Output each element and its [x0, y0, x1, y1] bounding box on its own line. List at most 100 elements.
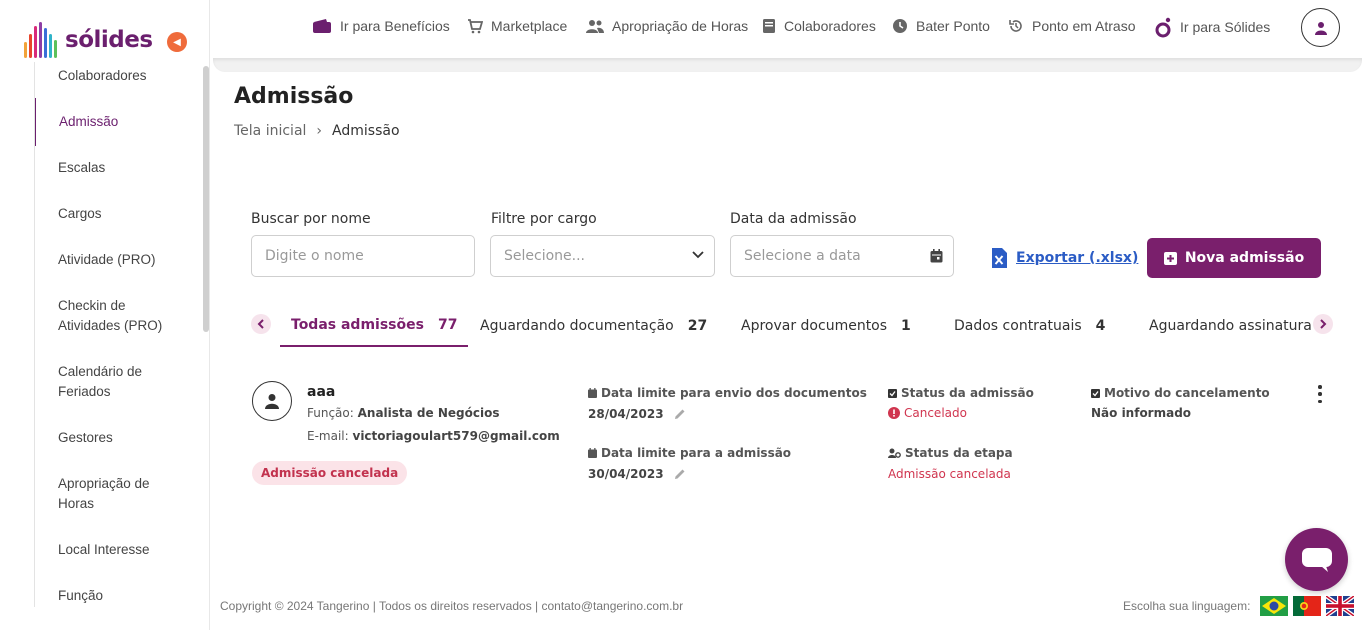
book-icon	[763, 19, 775, 33]
clock-icon	[893, 19, 907, 33]
sidebar-item-calendario[interactable]: Calendário de Feriados	[35, 362, 155, 402]
edit-pencil-icon[interactable]	[674, 468, 686, 480]
kebab-dot-icon	[1318, 392, 1322, 396]
role-select[interactable]: Selecione...	[490, 235, 715, 277]
sidebar-item-funcao[interactable]: Função	[35, 586, 202, 606]
top-link-label: Ir para Benefícios	[340, 18, 450, 34]
checkbox-checked-icon	[1091, 388, 1100, 398]
breadcrumb-separator: ›	[316, 123, 323, 139]
sidebar-item-checkin[interactable]: Checkin de Atividades (PRO)	[35, 296, 175, 336]
chevron-left-icon: ◀	[173, 36, 181, 48]
admission-status-label: Status da admissão	[888, 386, 1034, 400]
role-filter-label: Filtre por cargo	[491, 211, 597, 227]
tabs-scroll-left-button[interactable]	[251, 314, 271, 334]
checkbox-checked-icon	[888, 388, 897, 398]
user-menu-button[interactable]	[1301, 8, 1340, 47]
calendar-icon	[588, 448, 597, 458]
sidebar-item-admissao[interactable]: Admissão	[35, 98, 202, 146]
sidebar-item-local-interesse[interactable]: Local Interesse	[35, 540, 202, 560]
candidate-name[interactable]: aaa	[307, 384, 335, 400]
step-status-value: Admissão cancelada	[888, 467, 1011, 481]
search-name-input[interactable]	[265, 248, 474, 264]
top-link-ponto-atraso[interactable]: Ponto em Atraso	[1008, 18, 1136, 34]
step-status-label-text: Status da etapa	[905, 446, 1013, 460]
date-picker[interactable]: Selecione a data	[730, 235, 954, 277]
admission-deadline-label-text: Data limite para a admissão	[601, 446, 792, 460]
sidebar-item-colaboradores[interactable]: Colaboradores	[35, 66, 202, 86]
admission-status-text: Cancelado	[904, 406, 967, 420]
export-xlsx-link[interactable]: Exportar (.xlsx)	[991, 247, 1138, 269]
status-tabs: Todas admissões 77 Aguardando documentaç…	[280, 304, 1334, 348]
top-link-solides[interactable]: Ir para Sólides	[1154, 16, 1270, 38]
sidebar-nav: Colaboradores Admissão Escalas Cargos At…	[34, 62, 202, 607]
card-more-options-button[interactable]	[1316, 385, 1324, 403]
tab-aprovar-documentos[interactable]: Aprovar documentos 1	[730, 304, 922, 347]
admission-status-value: Cancelado	[888, 406, 967, 420]
flag-uk-icon[interactable]	[1326, 596, 1354, 616]
top-link-colaboradores[interactable]: Colaboradores	[762, 18, 876, 34]
tab-count: 1	[901, 317, 911, 334]
top-link-apropriacao[interactable]: Apropriação de Horas	[586, 18, 748, 34]
chat-bubble-icon	[1301, 547, 1332, 572]
sidebar: sólides ◀ Colaboradores Admissão Escalas…	[0, 0, 210, 630]
tab-count: 4	[1095, 317, 1106, 334]
candidate-role-label: Função:	[307, 406, 354, 420]
tab-todas-admissoes[interactable]: Todas admissões 77	[280, 304, 469, 347]
sidebar-item-escalas[interactable]: Escalas	[35, 158, 202, 178]
docs-deadline-label: Data limite para envio dos documentos	[588, 386, 867, 400]
tabs-scroll-right-button[interactable]	[1313, 314, 1333, 334]
top-link-bater-ponto[interactable]: Bater Ponto	[892, 18, 990, 34]
language-label: Escolha sua linguagem:	[1123, 599, 1251, 613]
wallet-icon	[313, 19, 331, 33]
brand-logo[interactable]: sólides	[24, 22, 153, 58]
top-link-label: Colaboradores	[784, 18, 876, 34]
tab-aguardando-documentacao[interactable]: Aguardando documentação 27	[469, 304, 718, 347]
role-select-value: Selecione...	[504, 248, 585, 264]
admission-deadline-value: 30/04/2023	[588, 467, 686, 481]
flag-portugal-icon[interactable]	[1293, 596, 1321, 616]
chat-button[interactable]	[1285, 528, 1348, 591]
tab-dados-contratuais[interactable]: Dados contratuais 4	[943, 304, 1116, 347]
new-admission-label: Nova admissão	[1184, 250, 1305, 266]
plus-square-icon	[1163, 251, 1177, 265]
candidate-email-label: E-mail:	[307, 429, 349, 443]
flag-brazil-icon[interactable]	[1260, 596, 1288, 616]
top-link-beneficios[interactable]: Ir para Benefícios	[312, 18, 450, 34]
top-link-label: Ponto em Atraso	[1032, 18, 1136, 34]
top-link-label: Bater Ponto	[916, 18, 990, 34]
app-root: sólides ◀ Colaboradores Admissão Escalas…	[0, 0, 1362, 630]
admission-status-label-text: Status da admissão	[901, 386, 1034, 400]
alert-circle-icon	[888, 407, 900, 419]
cancel-reason-value: Não informado	[1091, 406, 1192, 420]
logo-bars-icon	[24, 22, 57, 58]
sidebar-item-cargos[interactable]: Cargos	[35, 204, 202, 224]
top-link-label: Ir para Sólides	[1180, 19, 1271, 35]
chevron-right-icon	[1320, 319, 1327, 329]
name-filter-box	[251, 235, 475, 277]
top-link-marketplace[interactable]: Marketplace	[467, 18, 567, 34]
excel-file-icon	[992, 248, 1007, 268]
sidebar-item-gestores[interactable]: Gestores	[35, 428, 202, 448]
chevron-left-icon	[257, 319, 264, 329]
edit-pencil-icon[interactable]	[674, 408, 686, 420]
user-icon	[265, 394, 279, 409]
sidebar-item-atividade[interactable]: Atividade (PRO)	[35, 250, 202, 270]
tab-aguardando-assinatura[interactable]: Aguardando assinatura	[1138, 304, 1323, 347]
new-admission-button[interactable]: Nova admissão	[1147, 238, 1321, 278]
kebab-dot-icon	[1318, 385, 1322, 389]
name-filter-label: Buscar por nome	[251, 211, 371, 227]
date-filter-label: Data da admissão	[730, 211, 857, 227]
admission-deadline-label: Data limite para a admissão	[588, 446, 791, 460]
user-icon	[1314, 21, 1327, 35]
breadcrumb-home[interactable]: Tela inicial	[234, 123, 306, 139]
sidebar-scrollbar[interactable]	[203, 66, 209, 332]
sidebar-item-apropriacao[interactable]: Apropriação de Horas	[35, 474, 165, 514]
tab-label: Dados contratuais	[954, 317, 1082, 334]
docs-deadline-label-text: Data limite para envio dos documentos	[601, 386, 867, 400]
candidate-avatar	[252, 381, 292, 421]
tab-label: Aguardando documentação	[480, 317, 674, 334]
candidate-role: Função: Analista de Negócios	[307, 406, 499, 420]
chevron-down-icon	[692, 251, 704, 259]
kebab-dot-icon	[1318, 399, 1322, 403]
collapse-sidebar-button[interactable]: ◀	[167, 32, 187, 52]
